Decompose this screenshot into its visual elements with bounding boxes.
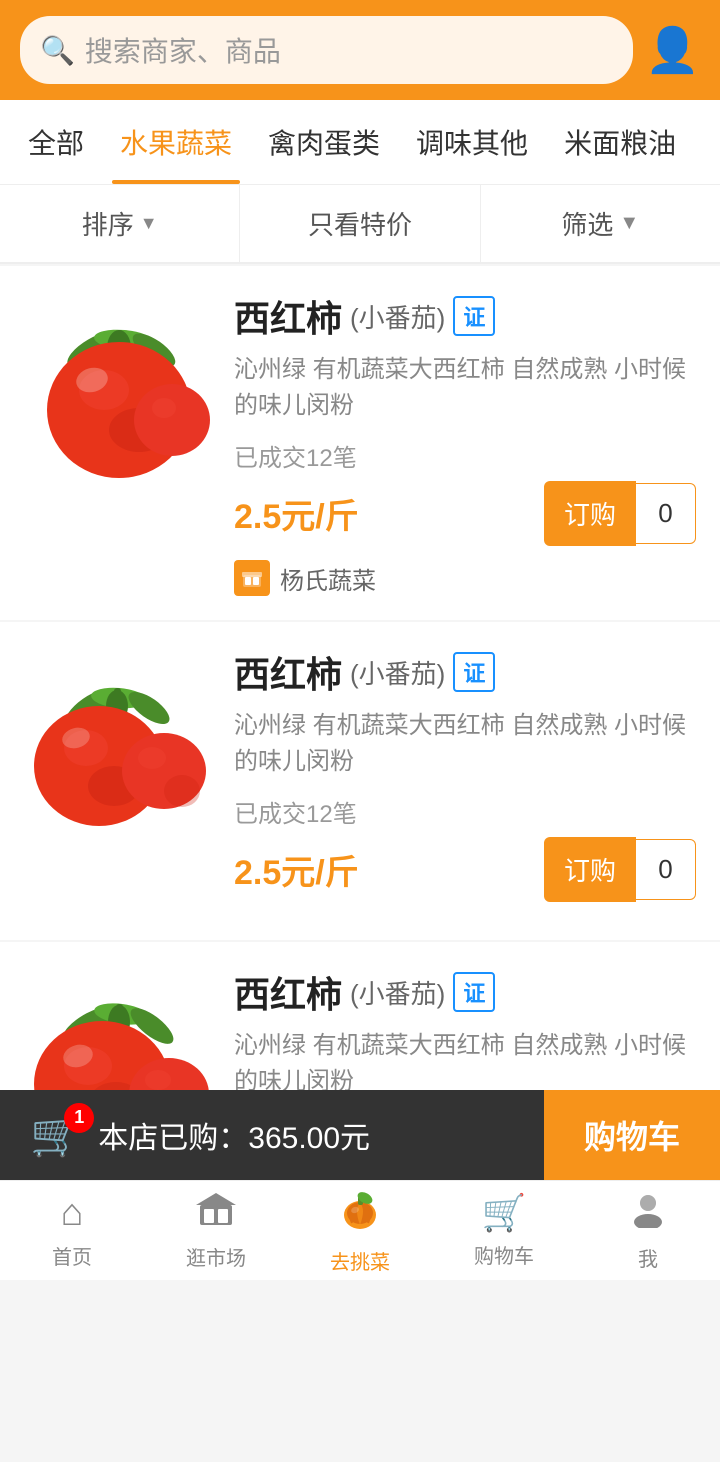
product-card-2: 西红柿 (小番茄) 证 沁州绿 有机蔬菜大西红柿 自然成熟 小时候的味儿闵粉 已… — [0, 622, 720, 940]
cart-bar: 🛒 1 本店已购：365.00元 购物车 — [0, 1090, 720, 1180]
sold-count-2: 已成交12笔 — [234, 794, 696, 829]
cert-badge-2: 证 — [453, 652, 495, 692]
price-row-1: 2.5元/斤 订购 0 — [234, 481, 696, 546]
header: 🔍 搜索商家、商品 👤 — [0, 0, 720, 100]
me-icon — [629, 1190, 667, 1237]
cart-info[interactable]: 🛒 1 本店已购：365.00元 — [0, 1090, 544, 1180]
price-row-2: 2.5元/斤 订购 0 — [234, 837, 696, 902]
cart-badge: 1 — [64, 1103, 94, 1133]
cart-amount: 本店已购：365.00元 — [98, 1113, 370, 1157]
sold-count-1: 已成交12笔 — [234, 438, 696, 473]
sort-filter[interactable]: 排序 ▼ — [0, 185, 240, 262]
product-info-1: 西红柿 (小番茄) 证 沁州绿 有机蔬菜大西红柿 自然成熟 小时候的味儿闵粉 已… — [234, 290, 696, 596]
category-seasoning[interactable]: 调味其他 — [398, 100, 546, 184]
nav-home[interactable]: ⌂ 首页 — [0, 1181, 144, 1280]
search-icon: 🔍 — [40, 34, 75, 67]
category-bar: 全部 水果蔬菜 禽肉蛋类 调味其他 米面粮油 — [0, 100, 720, 185]
screen-label: 筛选 — [561, 205, 613, 242]
search-bar[interactable]: 🔍 搜索商家、商品 — [20, 16, 633, 84]
product-main-name-1: 西红柿 — [234, 290, 342, 342]
sort-arrow-icon: ▼ — [140, 213, 158, 234]
special-price-filter[interactable]: 只看特价 — [240, 185, 480, 262]
product-sub-name-3: (小番茄) — [350, 974, 445, 1011]
product-sub-name-1: (小番茄) — [350, 298, 445, 335]
store-name-1: 杨氏蔬菜 — [280, 561, 376, 596]
store-icon-1 — [234, 560, 270, 596]
order-button-1[interactable]: 订购 — [544, 481, 636, 546]
search-placeholder: 搜索商家、商品 — [85, 30, 281, 70]
market-icon — [196, 1191, 236, 1236]
product-card-1: 西红柿 (小番茄) 证 沁州绿 有机蔬菜大西红柿 自然成熟 小时候的味儿闵粉 已… — [0, 266, 720, 620]
product-info-2: 西红柿 (小番茄) 证 沁州绿 有机蔬菜大西红柿 自然成熟 小时候的味儿闵粉 已… — [234, 646, 696, 916]
order-group-2: 订购 0 — [544, 837, 696, 902]
bottom-nav: ⌂ 首页 逛市场 去挑菜 🛒 — [0, 1180, 720, 1280]
product-title-1: 西红柿 (小番茄) 证 — [234, 290, 696, 342]
product-main-name-3: 西红柿 — [234, 966, 342, 1018]
category-fruits[interactable]: 水果蔬菜 — [102, 100, 250, 184]
price-2: 2.5元/斤 — [234, 845, 359, 894]
cart-icon-wrap: 🛒 1 — [30, 1111, 82, 1160]
nav-me[interactable]: 我 — [576, 1181, 720, 1280]
product-desc-2: 沁州绿 有机蔬菜大西红柿 自然成熟 小时候的味儿闵粉 — [234, 708, 696, 780]
shop-icon — [338, 1187, 382, 1240]
product-sub-name-2: (小番茄) — [350, 654, 445, 691]
product-list: 西红柿 (小番茄) 证 沁州绿 有机蔬菜大西红柿 自然成熟 小时候的味儿闵粉 已… — [0, 266, 720, 1462]
cart-button[interactable]: 购物车 — [544, 1090, 720, 1180]
product-title-2: 西红柿 (小番茄) 证 — [234, 646, 696, 698]
product-image-1 — [24, 290, 214, 480]
price-1: 2.5元/斤 — [234, 489, 359, 538]
screen-icon: ▼ — [619, 212, 639, 235]
cert-badge-1: 证 — [453, 296, 495, 336]
nav-shop-label: 去挑菜 — [330, 1246, 390, 1275]
nav-cart-label: 购物车 — [474, 1240, 534, 1269]
filter-bar: 排序 ▼ 只看特价 筛选 ▼ — [0, 185, 720, 264]
sort-label: 排序 — [82, 205, 134, 242]
category-grains[interactable]: 米面粮油 — [546, 100, 694, 184]
cert-badge-3: 证 — [453, 972, 495, 1012]
order-qty-1[interactable]: 0 — [636, 483, 696, 544]
category-poultry[interactable]: 禽肉蛋类 — [250, 100, 398, 184]
nav-me-label: 我 — [638, 1243, 658, 1272]
order-group-1: 订购 0 — [544, 481, 696, 546]
nav-shop[interactable]: 去挑菜 — [288, 1181, 432, 1280]
store-row-1: 杨氏蔬菜 — [234, 560, 696, 596]
screen-filter[interactable]: 筛选 ▼ — [481, 185, 720, 262]
category-all[interactable]: 全部 — [10, 100, 102, 184]
product-main-name-2: 西红柿 — [234, 646, 342, 698]
cart-nav-icon: 🛒 — [482, 1192, 527, 1234]
nav-cart[interactable]: 🛒 购物车 — [432, 1181, 576, 1280]
user-icon[interactable]: 👤 — [645, 24, 700, 76]
nav-market[interactable]: 逛市场 — [144, 1181, 288, 1280]
product-title-3: 西红柿 (小番茄) 证 — [234, 966, 696, 1018]
product-desc-1: 沁州绿 有机蔬菜大西红柿 自然成熟 小时候的味儿闵粉 — [234, 352, 696, 424]
special-price-label: 只看特价 — [308, 205, 412, 242]
nav-home-label: 首页 — [52, 1241, 92, 1270]
home-icon: ⌂ — [61, 1192, 84, 1235]
order-button-2[interactable]: 订购 — [544, 837, 636, 902]
nav-market-label: 逛市场 — [186, 1242, 246, 1271]
order-qty-2[interactable]: 0 — [636, 839, 696, 900]
product-image-2 — [24, 646, 214, 836]
